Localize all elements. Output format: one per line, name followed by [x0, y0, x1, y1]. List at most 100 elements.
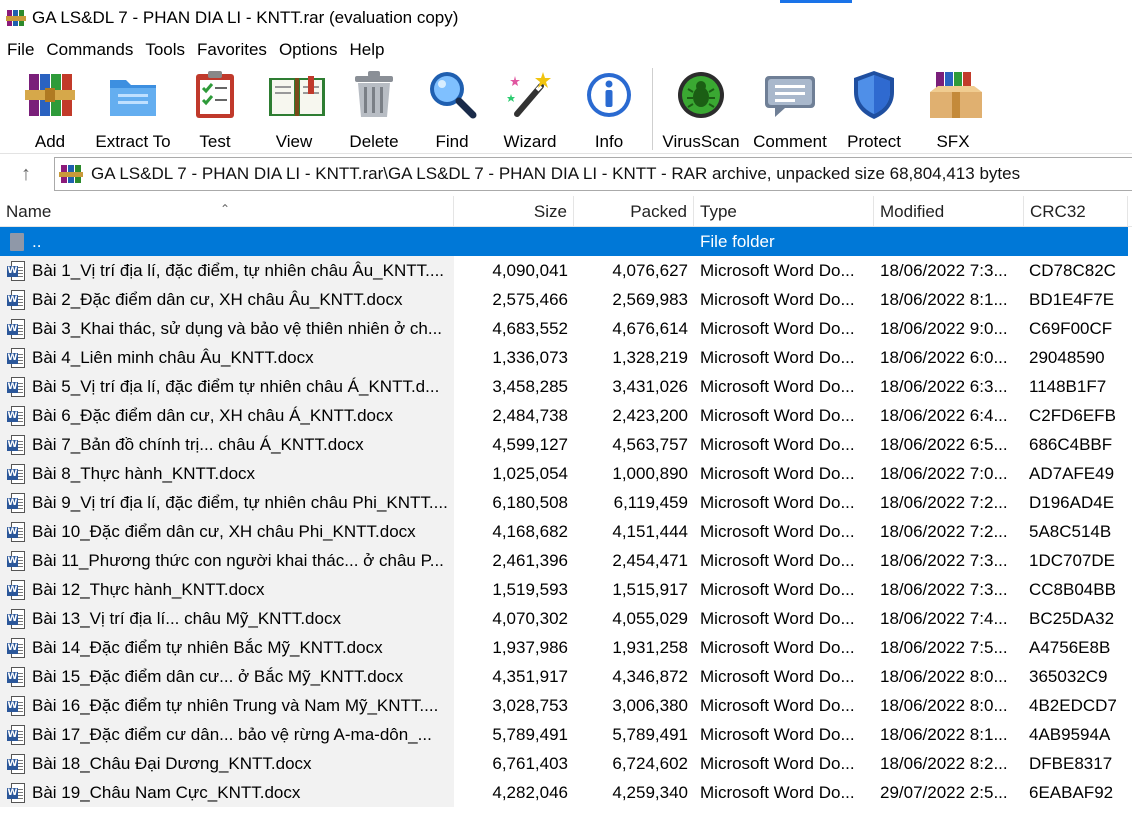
- file-modified: 18/06/2022 8:1...: [880, 725, 1008, 744]
- file-packed-size: 2,423,200: [612, 406, 688, 425]
- file-size: 1,025,054: [492, 464, 568, 483]
- file-name: Bài 18_Châu Đại Dương_KNTT.docx: [32, 754, 312, 773]
- file-size: 2,484,738: [492, 406, 568, 425]
- file-crc32: C69F00CF: [1029, 319, 1113, 338]
- file-crc32: 6EABAF92: [1029, 783, 1114, 802]
- window-title: GA LS&DL 7 - PHAN DIA LI - KNTT.rar (eva…: [32, 8, 459, 27]
- file-modified: 18/06/2022 7:4...: [880, 609, 1008, 628]
- file-packed-size: 1,515,917: [612, 580, 688, 599]
- wizard-button[interactable]: Wizard: [501, 68, 559, 152]
- file-type: Microsoft Word Do...: [700, 783, 855, 802]
- add-archive-icon: [23, 68, 77, 122]
- magnifier-icon: [425, 68, 479, 122]
- comment-bubble-icon: [763, 68, 817, 122]
- up-one-level-button[interactable]: ↑: [8, 160, 44, 188]
- file-size: 2,461,396: [492, 551, 568, 570]
- find-label: Find: [435, 132, 469, 151]
- sfx-button[interactable]: SFX: [923, 68, 983, 152]
- file-size: 1,937,986: [492, 638, 568, 657]
- column-header-size[interactable]: Size: [454, 196, 574, 227]
- file-name: Bài 16_Đặc điểm tự nhiên Trung và Nam Mỹ…: [32, 696, 439, 715]
- file-packed-size: 1,000,890: [612, 464, 688, 483]
- column-header-modified[interactable]: Modified: [874, 196, 1024, 227]
- titlebar-accent: [780, 0, 852, 3]
- column-header-name[interactable]: Name ⌃: [0, 196, 454, 227]
- comment-button[interactable]: Comment: [750, 68, 830, 152]
- menu-bar: File Commands Tools Favorites Options He…: [0, 36, 391, 64]
- file-row[interactable]: W Bài 10_Đặc điểm dân cư, XH châu Phi_KNT…: [0, 517, 1132, 546]
- file-name: Bài 3_Khai thác, sử dụng và bảo vệ thiên…: [32, 319, 443, 338]
- file-row[interactable]: W Bài 5_Vị trí địa lí, đặc điểm tự nhiên …: [0, 372, 1132, 401]
- rar-archive-icon: [59, 163, 83, 185]
- file-size: 4,090,041: [492, 261, 568, 280]
- path-text: GA LS&DL 7 - PHAN DIA LI - KNTT.rar\GA L…: [91, 164, 1021, 183]
- file-crc32: 365032C9: [1029, 667, 1108, 686]
- file-size: 6,761,403: [492, 754, 568, 773]
- file-row[interactable]: W Bài 9_Vị trí địa lí, đặc điểm, tự nhiên…: [0, 488, 1132, 517]
- file-packed-size: 1,328,219: [612, 348, 688, 367]
- protect-button[interactable]: Protect: [843, 68, 905, 152]
- file-packed-size: 2,454,471: [612, 551, 688, 570]
- file-row[interactable]: W Bài 14_Đặc điểm tự nhiên Bắc Mỹ_KNTT.do…: [0, 633, 1132, 662]
- file-type: Microsoft Word Do...: [700, 667, 855, 686]
- column-header-packed[interactable]: Packed: [574, 196, 694, 227]
- file-row[interactable]: W Bài 16_Đặc điểm tự nhiên Trung và Nam M…: [0, 691, 1132, 720]
- file-row[interactable]: W Bài 8_Thực hành_KNTT.docx 1,025,054 1,000…: [0, 459, 1132, 488]
- word-document-icon: W: [7, 783, 25, 803]
- extract-to-button[interactable]: Extract To: [94, 68, 172, 152]
- file-row[interactable]: W Bài 11_Phương thức con người khai thác.…: [0, 546, 1132, 575]
- title-bar: GA LS&DL 7 - PHAN DIA LI - KNTT.rar (eva…: [0, 0, 1132, 36]
- file-size: 4,599,127: [492, 435, 568, 454]
- column-header-crc32[interactable]: CRC32: [1024, 196, 1128, 227]
- find-button[interactable]: Find: [425, 68, 479, 152]
- sfx-box-icon: [926, 68, 982, 122]
- file-row[interactable]: W Bài 17_Đặc điểm cư dân... bảo vệ rừng A…: [0, 720, 1132, 749]
- file-row[interactable]: W Bài 15_Đặc điểm dân cư... ở Bắc Mỹ_KNTT…: [0, 662, 1132, 691]
- file-modified: 18/06/2022 8:1...: [880, 290, 1008, 309]
- file-packed-size: 4,259,340: [612, 783, 688, 802]
- menu-tools[interactable]: Tools: [139, 36, 191, 64]
- file-row[interactable]: W Bài 7_Bản đồ chính trị... châu Á_KNTT.d…: [0, 430, 1132, 459]
- add-button[interactable]: Add: [22, 68, 78, 152]
- menu-commands[interactable]: Commands: [40, 36, 139, 64]
- word-document-icon: W: [7, 348, 25, 368]
- file-crc32: AD7AFE49: [1029, 464, 1115, 483]
- file-row[interactable]: W Bài 18_Châu Đại Dương_KNTT.docx 6,761,40…: [0, 749, 1132, 778]
- file-name: Bài 10_Đặc điểm dân cư, XH châu Phi_KNTT…: [32, 522, 416, 541]
- menu-favorites[interactable]: Favorites: [191, 36, 273, 64]
- word-document-icon: W: [7, 580, 25, 600]
- file-row[interactable]: W Bài 19_Châu Nam Cực_KNTT.docx 4,282,046 4…: [0, 778, 1132, 807]
- file-crc32: 1DC707DE: [1029, 551, 1115, 570]
- file-modified: 18/06/2022 7:3...: [880, 580, 1008, 599]
- menu-options[interactable]: Options: [273, 36, 344, 64]
- file-packed-size: 4,676,614: [612, 319, 688, 338]
- file-row[interactable]: W Bài 4_Liên minh châu Âu_KNTT.docx 1,336,…: [0, 343, 1132, 372]
- menu-help[interactable]: Help: [344, 36, 391, 64]
- file-name: Bài 17_Đặc điểm cư dân... bảo vệ rừng A-…: [32, 725, 432, 744]
- file-modified: 18/06/2022 8:2...: [880, 754, 1008, 773]
- view-button[interactable]: View: [264, 68, 325, 152]
- file-row[interactable]: W Bài 13_Vị trí địa lí... châu Mỹ_KNTT.do…: [0, 604, 1132, 633]
- menu-file[interactable]: File: [0, 36, 40, 64]
- file-packed-size: 3,006,380: [612, 696, 688, 715]
- file-name: Bài 14_Đặc điểm tự nhiên Bắc Mỹ_KNTT.doc…: [32, 638, 383, 657]
- file-row[interactable]: W Bài 12_Thực hành_KNTT.docx 1,519,593 1,51…: [0, 575, 1132, 604]
- file-type: Microsoft Word Do...: [700, 522, 855, 541]
- file-row[interactable]: W Bài 2_Đặc điểm dân cư, XH châu Âu_KNTT.…: [0, 285, 1132, 314]
- parent-folder-row[interactable]: .. File folder: [0, 227, 1128, 256]
- info-button[interactable]: Info: [582, 68, 636, 152]
- column-header-type[interactable]: Type: [694, 196, 874, 227]
- view-book-icon: [267, 68, 325, 122]
- file-modified: 18/06/2022 8:0...: [880, 667, 1008, 686]
- file-row[interactable]: W Bài 6_Đặc điểm dân cư, XH châu Á_KNTT.d…: [0, 401, 1132, 430]
- test-button[interactable]: Test: [188, 68, 242, 152]
- file-row[interactable]: W Bài 1_Vị trí địa lí, đặc điểm, tự nhiên…: [0, 256, 1132, 285]
- file-name: Bài 19_Châu Nam Cực_KNTT.docx: [32, 783, 301, 802]
- file-packed-size: 4,151,444: [612, 522, 688, 541]
- virusscan-button[interactable]: VirusScan: [660, 68, 742, 152]
- wizard-label: Wizard: [503, 132, 557, 151]
- file-row[interactable]: W Bài 3_Khai thác, sử dụng và bảo vệ thiê…: [0, 314, 1132, 343]
- info-label: Info: [594, 132, 624, 151]
- delete-button[interactable]: Delete: [346, 68, 402, 152]
- path-field[interactable]: GA LS&DL 7 - PHAN DIA LI - KNTT.rar\GA L…: [54, 157, 1132, 191]
